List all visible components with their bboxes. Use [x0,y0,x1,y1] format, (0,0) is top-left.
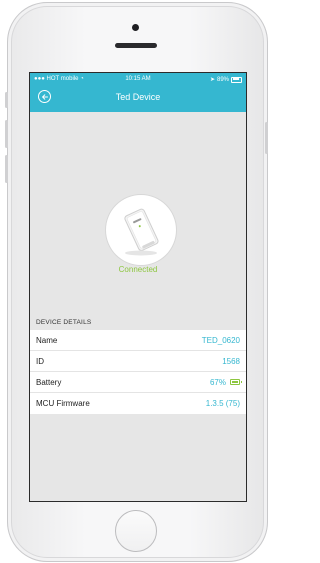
detail-value: 67% [209,377,226,387]
detail-value: TED_0620 [201,335,240,345]
detail-row-mcu-firmware: MCU Firmware 1.3.5 (75) [30,393,246,414]
volume-down-button [5,155,8,183]
battery-value-group: 67% [209,377,242,387]
detail-label: Name [36,335,58,345]
location-arrow-icon: ➤ [209,77,215,83]
section-title-device-details: DEVICE DETAILS [36,319,92,326]
detail-label: ID [36,356,44,366]
app-screen: ●●● HOT mobile ◔ 10:15 AM ➤ 89% Ted Devi… [29,72,247,502]
volume-up-button [5,120,8,148]
home-button[interactable] [115,510,157,552]
status-battery-icon [231,76,242,83]
detail-label: MCU Firmware [36,399,90,408]
page-title: Ted Device [115,92,161,102]
detail-value: 1568 [222,356,240,366]
power-button [265,122,268,154]
detail-row-battery: Battery 67% [30,372,246,393]
device-illustration-icon [124,208,159,256]
battery-level-icon [230,379,242,385]
connection-status: Connected [118,265,158,274]
front-camera [132,24,139,31]
detail-row-name: Name TED_0620 [30,330,246,351]
mute-switch [5,92,8,108]
earpiece-speaker [115,43,157,48]
device-details-list: Name TED_0620 ID 1568 Battery 67% MCU Fi… [30,330,246,414]
battery-percent: 89% [216,76,229,83]
device-image [106,195,176,265]
status-battery: ➤ 89% [210,76,242,83]
detail-row-id: ID 1568 [30,351,246,372]
top-bar: ●●● HOT mobile ◔ 10:15 AM ➤ 89% Ted Devi… [30,73,246,112]
detail-value: 1.3.5 (75) [205,399,240,408]
detail-label: Battery [36,377,62,387]
